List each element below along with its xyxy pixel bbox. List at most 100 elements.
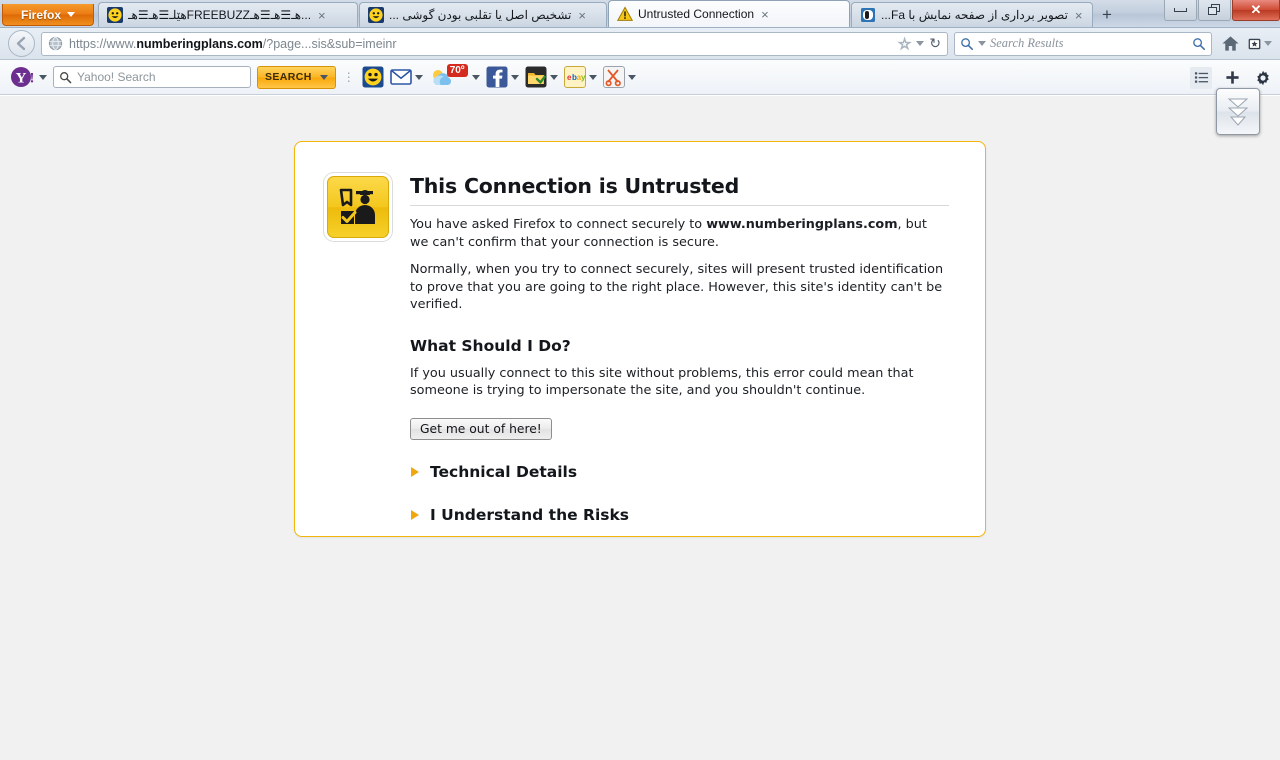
search-engine-chevron-icon[interactable] [978, 41, 986, 46]
facebook-icon [486, 66, 508, 88]
tab-close-button[interactable]: × [576, 9, 588, 22]
bookmarks-icon [1248, 38, 1261, 49]
minimize-button[interactable] [1164, 0, 1197, 21]
tab-label: تصویر برداری از صفحه نمایش با Fa... [881, 8, 1068, 22]
untrusted-connection-icon [327, 176, 389, 238]
untrusted-connection-body: This Connection is Untrusted You have as… [410, 174, 949, 524]
chevron-down-icon[interactable] [319, 74, 328, 80]
chevron-down-icon[interactable] [916, 41, 925, 46]
warning-triangle-icon [617, 6, 633, 21]
add-button[interactable] [1221, 67, 1243, 89]
notepad-icon [525, 66, 547, 88]
facebook-button[interactable] [486, 66, 519, 88]
tab-screenshot-fa[interactable]: تصویر برداری از صفحه نمایش با Fa... × [851, 2, 1093, 27]
url-path: /?page...sis&sub=imeinr [262, 36, 397, 51]
tab-close-button[interactable]: × [316, 9, 328, 22]
reload-icon[interactable]: ↻ [929, 35, 941, 52]
tab-label: تشخیص اصل یا تقلبی بودن گوشی ... [389, 8, 572, 22]
chevron-down-icon[interactable] [1264, 41, 1272, 46]
bookmarks-button[interactable] [1248, 32, 1272, 56]
tab-persian-article[interactable]: تشخیص اصل یا تقلبی بودن گوشی ... × [359, 2, 607, 27]
yahoo-search-button-label: SEARCH [265, 71, 312, 83]
chevron-down-icon[interactable] [549, 74, 558, 80]
gear-icon [1257, 70, 1269, 85]
passport-officer-icon [339, 188, 375, 224]
minimize-icon [1174, 8, 1187, 12]
tab-untrusted-connection[interactable]: Untrusted Connection × [608, 0, 850, 27]
tab-close-button[interactable]: × [1073, 9, 1085, 22]
weather-widget: 70º [429, 64, 469, 89]
triangle-right-icon [411, 466, 419, 477]
chevron-down-icon [67, 12, 75, 17]
downloads-arrow-icon [1227, 98, 1249, 126]
plus-icon [1225, 71, 1239, 84]
svg-text:!: ! [30, 71, 35, 87]
weather-temperature-badge: 70º [446, 64, 468, 77]
downloads-button[interactable] [1216, 88, 1260, 135]
technical-details-label: Technical Details [430, 462, 578, 481]
error-hostname: www.numberingplans.com [706, 217, 898, 232]
tab-label: هێلـ☰هـ☰هـFREEBUZZهـ☰هـ☰هـ... [128, 8, 312, 22]
star-icon[interactable]: ☆ [897, 35, 911, 53]
yahoo-mail-button[interactable] [389, 66, 423, 88]
tab-label: Untrusted Connection [638, 7, 755, 21]
list-view-icon [1194, 72, 1208, 83]
settings-button[interactable] [1252, 67, 1274, 89]
chevron-down-icon[interactable] [39, 74, 47, 80]
technical-details-expander[interactable]: Technical Details [410, 463, 949, 481]
home-icon [1221, 36, 1239, 51]
yahoo-search-placeholder: Yahoo! Search [77, 70, 156, 84]
list-view-button[interactable] [1190, 66, 1212, 89]
chevron-down-icon[interactable] [588, 74, 597, 80]
tab-close-button[interactable]: × [759, 8, 771, 21]
yahoo-logo-icon: Y ! [11, 67, 35, 87]
back-button[interactable] [8, 30, 35, 57]
get-me-out-button[interactable]: Get me out of here! [410, 417, 552, 440]
address-bar-url: https://www.numberingplans.com/?page...s… [69, 37, 892, 51]
magnifier-icon [60, 71, 72, 83]
firefox-menu-button[interactable]: Firefox [2, 4, 94, 26]
firefox-menu-label: Firefox [20, 7, 61, 22]
error-subheading: What Should I Do? [410, 336, 571, 355]
error-paragraph-1: You have asked Firefox to connect secure… [410, 216, 946, 251]
globe-icon [48, 36, 63, 51]
magnifier-icon [961, 37, 974, 50]
chevron-down-icon[interactable] [471, 74, 480, 80]
understand-risks-label: I Understand the Risks [430, 505, 630, 524]
new-tab-button[interactable]: + [1094, 4, 1120, 26]
search-input[interactable]: Search Results [990, 36, 1188, 51]
search-submit-icon[interactable] [1192, 37, 1206, 51]
browser-window: Firefox هێلـ☰هـ☰هـFREEBUZZهـ☰هـ☰هـ... × [0, 0, 1280, 760]
yahoo-logo-button[interactable]: Y ! [6, 66, 47, 88]
chevron-down-icon[interactable] [627, 74, 636, 80]
yahoo-toolbar: Y ! Yahoo! Search SEARCH ⋮ 70º e b a y [0, 60, 1280, 95]
home-button[interactable] [1218, 32, 1242, 56]
error-paragraph-2: Normally, when you try to connect secure… [410, 262, 944, 312]
page-title: This Connection is Untrusted [410, 174, 949, 206]
tab-freebuzz[interactable]: هێلـ☰هـ☰هـFREEBUZZهـ☰هـ☰هـ... × [98, 2, 358, 27]
error-paragraph-1-pre: You have asked Firefox to connect secure… [410, 217, 707, 232]
address-bar-icons: ☆ ↻ [897, 35, 943, 53]
yahoo-notepad-button[interactable] [525, 66, 558, 88]
yahoo-search-button[interactable]: SEARCH [257, 65, 336, 89]
chevron-down-icon[interactable] [414, 74, 423, 80]
back-arrow-icon [16, 36, 26, 51]
yahoo-search-input[interactable]: Yahoo! Search [53, 66, 251, 88]
yahoo-messenger-button[interactable] [362, 66, 384, 88]
understand-risks-expander[interactable]: I Understand the Risks [410, 506, 949, 524]
url-domain: numberingplans.com [136, 36, 263, 51]
search-bar[interactable]: Search Results [954, 31, 1212, 56]
address-bar[interactable]: https://www.numberingplans.com/?page...s… [41, 31, 948, 56]
close-button[interactable]: ✕ [1232, 0, 1280, 21]
yahoo-clip-button[interactable] [602, 66, 636, 88]
ebay-button[interactable]: e b a y [563, 66, 597, 88]
tab-strip: Firefox هێلـ☰هـ☰هـFREEBUZZهـ☰هـ☰هـ... × [0, 0, 1280, 28]
clip-icon [602, 66, 625, 88]
error-paragraph-3: If you usually connect to this site with… [410, 365, 914, 399]
smiley-icon [368, 7, 384, 23]
restore-button[interactable] [1198, 0, 1231, 21]
yahoo-weather-button[interactable]: 70º [429, 64, 480, 89]
window-controls: ✕ [1163, 0, 1280, 22]
svg-text:Y: Y [16, 71, 27, 87]
chevron-down-icon[interactable] [510, 74, 519, 80]
